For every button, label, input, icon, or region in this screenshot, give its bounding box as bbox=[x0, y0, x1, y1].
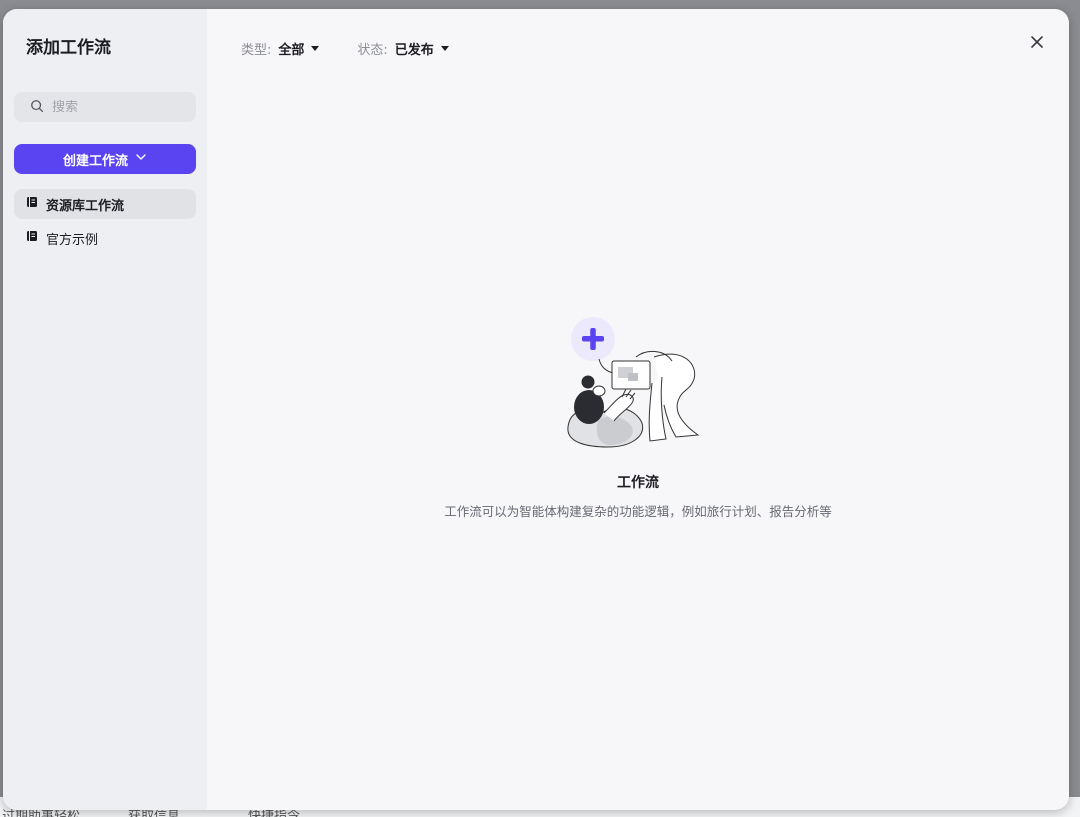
empty-state-description: 工作流可以为智能体构建复杂的功能逻辑，例如旅行计划、报告分析等 bbox=[444, 504, 832, 519]
empty-workflow-illustration bbox=[566, 317, 699, 448]
status-filter-label: 状态: bbox=[357, 43, 388, 58]
create-workflow-button[interactable]: 创建工作流 bbox=[14, 144, 196, 174]
filter-bar: 类型: 全部 状态: 已发布 bbox=[241, 39, 449, 58]
close-icon bbox=[1030, 34, 1044, 53]
close-button[interactable] bbox=[1027, 33, 1047, 53]
sidebar-item-label: 官方示例 bbox=[46, 232, 99, 248]
dialog-main: 类型: 全部 状态: 已发布 工作流 工作流可以为智能体构建复杂的功能逻辑，例如… bbox=[207, 9, 1069, 810]
add-workflow-dialog: 添加工作流 创建工作流 资源库工作流 官方示例 bbox=[3, 9, 1069, 810]
sidebar-item-label: 资源库工作流 bbox=[46, 198, 125, 214]
sidebar-item-library-workflows[interactable]: 资源库工作流 bbox=[14, 189, 196, 219]
type-filter-value: 全部 bbox=[278, 43, 305, 58]
caret-down-icon bbox=[311, 46, 320, 51]
dialog-sidebar: 添加工作流 创建工作流 资源库工作流 官方示例 bbox=[3, 9, 207, 810]
sidebar-item-official-examples[interactable]: 官方示例 bbox=[14, 223, 196, 253]
status-filter[interactable]: 状态: 已发布 bbox=[357, 39, 449, 58]
type-filter[interactable]: 类型: 全部 bbox=[241, 39, 320, 58]
type-filter-label: 类型: bbox=[241, 43, 272, 58]
chevron-down-icon bbox=[128, 151, 147, 167]
empty-state-title: 工作流 bbox=[617, 475, 659, 491]
search-box[interactable] bbox=[14, 92, 196, 122]
search-icon bbox=[30, 98, 44, 117]
search-input[interactable] bbox=[52, 99, 182, 115]
status-filter-value: 已发布 bbox=[394, 43, 434, 58]
library-icon bbox=[26, 196, 46, 212]
empty-state: 工作流 工作流可以为智能体构建复杂的功能逻辑，例如旅行计划、报告分析等 bbox=[207, 317, 1069, 520]
dialog-title: 添加工作流 bbox=[26, 38, 111, 58]
library-icon bbox=[26, 230, 46, 246]
create-workflow-label: 创建工作流 bbox=[62, 153, 128, 169]
caret-down-icon bbox=[440, 46, 449, 51]
